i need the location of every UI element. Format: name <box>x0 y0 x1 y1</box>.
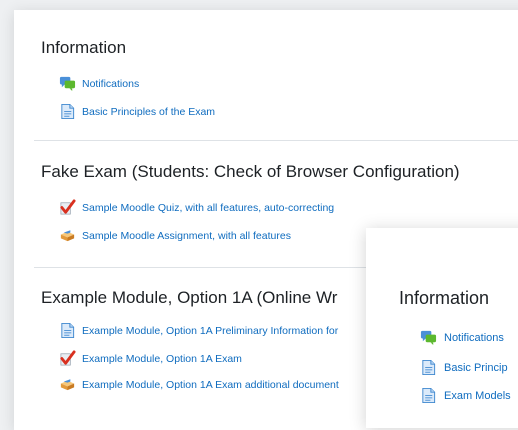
activity-label: Sample Moodle Quiz, with all features, a… <box>82 201 335 214</box>
activity-label: Basic Princip <box>444 361 508 374</box>
section-divider <box>34 140 518 141</box>
forum-icon <box>420 329 437 346</box>
section-title-example-module: Example Module, Option 1A (Online Wr <box>41 288 338 307</box>
assignment-icon <box>59 227 76 244</box>
activity-label: Example Module, Option 1A Exam additiona… <box>82 378 339 391</box>
activity-notifications[interactable]: Notifications <box>59 75 139 92</box>
section-title-information: Information <box>41 38 127 57</box>
activity-label: Notifications <box>444 331 504 344</box>
activity-label: Example Module, Option 1A Exam <box>82 352 242 365</box>
activity-sample-quiz[interactable]: Sample Moodle Quiz, with all features, a… <box>59 199 334 216</box>
activity-additional-document[interactable]: Example Module, Option 1A Exam additiona… <box>59 376 364 393</box>
quiz-icon <box>59 199 76 216</box>
activity-basic-principles[interactable]: Basic Principles of the Exam <box>59 103 215 120</box>
page-icon <box>420 359 437 376</box>
activity-label: Notifications <box>82 77 140 90</box>
overlay-course-card: Information Notifications Basic Princip … <box>366 228 518 428</box>
quiz-icon <box>59 350 76 367</box>
overlay-activity-notifications[interactable]: Notifications <box>420 329 504 346</box>
overlay-activity-basic-principles[interactable]: Basic Princip <box>420 359 508 376</box>
activity-label: Example Module, Option 1A Preliminary In… <box>82 324 339 337</box>
forum-icon <box>59 75 76 92</box>
page-icon <box>59 103 76 120</box>
section-title-fake-exam: Fake Exam (Students: Check of Browser Co… <box>41 162 460 181</box>
activity-option-1a-exam[interactable]: Example Module, Option 1A Exam <box>59 350 242 367</box>
activity-label: Exam Models <box>444 389 511 402</box>
overlay-section-title: Information <box>399 288 490 308</box>
activity-preliminary-info[interactable]: Example Module, Option 1A Preliminary In… <box>59 322 364 339</box>
activity-sample-assignment[interactable]: Sample Moodle Assignment, with all featu… <box>59 227 291 244</box>
assignment-icon <box>59 376 76 393</box>
activity-label: Basic Principles of the Exam <box>82 105 216 118</box>
page-icon <box>420 387 437 404</box>
page-icon <box>59 322 76 339</box>
activity-label: Sample Moodle Assignment, with all featu… <box>82 229 291 242</box>
overlay-activity-exam-models[interactable]: Exam Models <box>420 387 511 404</box>
